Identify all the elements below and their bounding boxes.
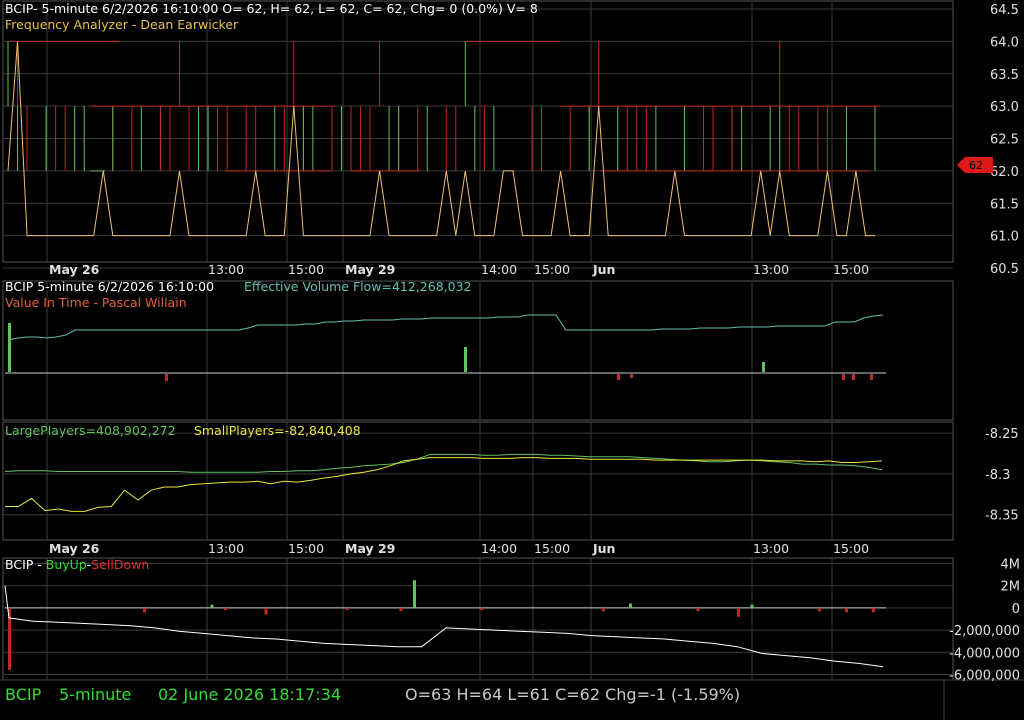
panel3-y-tick-label: -8.3 <box>985 468 1010 483</box>
panel1-x-tick-label: May 29 <box>345 262 395 277</box>
panel3-x-tick-label: 15:00 <box>288 541 324 556</box>
panel4-buy-sell-bar <box>210 604 214 608</box>
chart-canvas: 64.5 64.0 63.5 63.0 62.5 62.0 61.5 61.0 60.5 62 Ma… <box>0 0 1024 720</box>
panel4-buy-sell-bar <box>737 607 740 617</box>
panel4-buy-sell-bar <box>629 603 632 608</box>
panel2-volume-bar <box>617 374 620 380</box>
panel4-buy-sell-bar <box>696 607 700 612</box>
panel1-y-tick-label: 63.5 <box>990 68 1019 83</box>
panel1-y-tick-label: 62.5 <box>990 133 1019 148</box>
panel2-volume-bar <box>852 374 855 380</box>
panel2-header-a: BCIP 5-minute 6/2/2026 16:10:00 <box>5 279 215 294</box>
panel4-buy-sell-bar <box>143 607 146 613</box>
panel1-y-tick-label: 64.5 <box>990 3 1019 18</box>
panel1-x-tick-label: 13:00 <box>753 262 789 277</box>
panel2-volume-bar <box>762 362 765 372</box>
panel4-selldown-label: SellDown <box>91 557 150 572</box>
panel3-small-players-line <box>5 457 883 512</box>
panel3-x-tick-label: 14:00 <box>481 541 517 556</box>
panel2-volume-bar <box>464 347 467 372</box>
panel1-x-tick-label: 15:00 <box>288 262 324 277</box>
panel1-x-tick-label: May 26 <box>49 262 100 277</box>
panel4-cumulative-line <box>4 585 884 668</box>
panel1-x-tick-label: 14:00 <box>481 262 517 277</box>
panel3-y-tick-label: -8.25 <box>985 427 1019 442</box>
panel1-y-tick-label: 63.0 <box>990 100 1019 115</box>
panel4-buy-sell-bar <box>818 607 821 612</box>
panel4-y-tick-label: -6,000,000 <box>949 668 1020 683</box>
panel1-y-tick-label: 62.0 <box>990 165 1019 180</box>
panel3-header-b: SmallPlayers=-82,840,408 <box>194 423 361 438</box>
panel2-volume-bar <box>8 323 11 372</box>
status-ohlc: O=63 H=64 L=61 C=62 Chg=-1 (-1.59%) <box>405 685 741 704</box>
panel1-x-tick-label: 15:00 <box>534 262 570 277</box>
panel1-header-line2: Frequency Analyzer - Dean Earwicker <box>5 17 239 32</box>
panel4-y-tick-label: 0 <box>1012 602 1020 617</box>
panel4-buy-sell-bar <box>399 607 403 612</box>
panel3-x-tick-label: 15:00 <box>534 541 570 556</box>
panel4-frame <box>2 557 954 681</box>
panel3-x-tick-label: 13:00 <box>753 541 789 556</box>
panel4-buy-sell-bar <box>872 607 875 613</box>
panel3-y-tick-label: -8.35 <box>985 509 1019 524</box>
panel4-buy-sell-bar <box>845 607 848 613</box>
panel4-buy-sell-bar <box>602 607 605 612</box>
panel4-y-tick-label: 4M <box>1001 558 1021 573</box>
panel4-y-tick-label: -2,000,000 <box>949 624 1020 639</box>
panel2-volume-bar <box>842 374 845 380</box>
panel4-buy-sell-bar <box>345 607 349 611</box>
panel1-frame <box>2 0 954 263</box>
panel2-volume-bar <box>165 374 168 381</box>
panel3-x-tick-label: May 26 <box>49 541 100 556</box>
panel3-frame <box>2 421 954 541</box>
panel3-x-tick-label: 13:00 <box>208 541 244 556</box>
panel4-buy-sell-bar <box>750 604 754 608</box>
panel4-buy-sell-bar <box>264 607 268 615</box>
status-interval: 5-minute <box>59 685 132 704</box>
panel1-x-tick-label: 13:00 <box>208 262 244 277</box>
price-marker-text: 62 <box>969 159 983 172</box>
panel1-x-tick-label: Jun <box>592 262 615 277</box>
panel1-y-tick-label: 64.0 <box>990 35 1019 50</box>
panel3-x-tick-label: Jun <box>592 541 615 556</box>
panel4-symbol: BCIP - <box>5 557 46 572</box>
panel1-y-tick-label: 60.5 <box>990 262 1019 277</box>
panel4-y-tick-label: -4,000,000 <box>949 646 1020 661</box>
panel3-large-players-line <box>4 453 883 473</box>
panel4-buy-sell-bar <box>480 607 484 611</box>
panel1-header-line1: BCIP- 5-minute 6/2/2026 16:10:00 O= 62, … <box>5 1 538 16</box>
panel4-buyup-label: BuyUp <box>45 557 87 572</box>
panel1-y-tick-label: 61.5 <box>990 197 1019 212</box>
panel1-y-tick-label: 61.0 <box>990 230 1019 245</box>
panel2-header-b: Effective Volume Flow=412,268,032 <box>244 279 472 294</box>
status-datetime: 02 June 2026 18:17:34 <box>158 685 342 704</box>
panel2-volume-bar <box>630 374 633 378</box>
status-symbol: BCIP <box>5 685 42 704</box>
panel4-buy-sell-bar <box>413 580 416 608</box>
panel1-x-tick-label: 15:00 <box>833 262 869 277</box>
panel2-volume-bar <box>870 374 873 380</box>
panel3-x-tick-label: May 29 <box>345 541 395 556</box>
panel4-buy-sell-bar <box>224 607 227 611</box>
panel3-x-tick-label: 15:00 <box>833 541 869 556</box>
panel4-y-tick-label: 2M <box>1001 580 1021 595</box>
panel2-header-line2: Value In Time - Pascal Willain <box>5 295 187 310</box>
panel3-header-a: LargePlayers=408,902,272 <box>5 423 176 438</box>
panel4-header: BCIP - BuyUp-SellDown <box>5 557 149 573</box>
